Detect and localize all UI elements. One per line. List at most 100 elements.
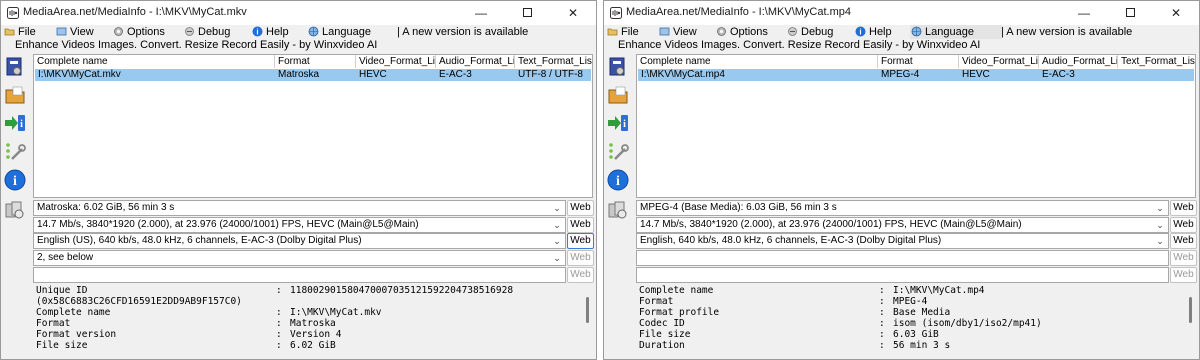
detail-row: File size:6.02 GiB: [36, 340, 336, 351]
menu-view[interactable]: View: [659, 25, 697, 39]
export-info-icon[interactable]: i: [4, 112, 26, 134]
general-summary-dropdown[interactable]: MPEG-4 (Base Media): 6.03 GiB, 56 min 3 …: [636, 200, 1169, 216]
other-summary-field[interactable]: [636, 267, 1169, 283]
column-header-audio-format-list[interactable]: Audio_Format_List: [436, 55, 515, 68]
text-summary-dropdown[interactable]: 2, see below ⌄: [33, 250, 566, 266]
maximize-button[interactable]: [504, 1, 550, 25]
scrollbar-thumb[interactable]: [1189, 297, 1192, 323]
open-file-icon[interactable]: [607, 56, 629, 78]
web-button-text[interactable]: Web: [567, 250, 594, 266]
close-button[interactable]: ✕: [1153, 1, 1199, 25]
file-list[interactable]: Complete name Format Video_Format_List A…: [33, 54, 593, 198]
close-button[interactable]: ✕: [550, 1, 596, 25]
web-button-general[interactable]: Web: [567, 200, 594, 216]
preferences-tools-icon[interactable]: [4, 141, 26, 163]
svg-text:i: i: [616, 174, 620, 189]
chevron-down-icon: ⌄: [553, 220, 561, 230]
minimize-button[interactable]: —: [1061, 1, 1107, 25]
web-button-general[interactable]: Web: [1170, 200, 1197, 216]
export-info-icon[interactable]: i: [607, 112, 629, 134]
menu-help[interactable]: i Help: [252, 25, 289, 39]
file-folder-icon: [4, 28, 15, 36]
details-text-panel[interactable]: Complete name: I:\MKV\MyCat.mp4 Format: MP…: [636, 284, 1199, 359]
audio-summary-dropdown[interactable]: English, 640 kb/s, 48.0 kHz, 6 channels,…: [636, 233, 1169, 249]
sponsor-ad-link[interactable]: Enhance Videos Images. Convert. Resize R…: [15, 39, 377, 52]
knowledge-base-icon[interactable]: [4, 199, 26, 221]
web-button-other[interactable]: Web: [1170, 267, 1197, 283]
minimize-button[interactable]: —: [458, 1, 504, 25]
web-button-audio[interactable]: Web: [567, 233, 594, 249]
detail-row: Complete name: I:\MKV\MyCat.mkv: [36, 307, 382, 318]
menu-options[interactable]: Options: [716, 25, 768, 39]
sponsor-ad-link[interactable]: Enhance Videos Images. Convert. Resize R…: [618, 39, 980, 52]
open-folder-icon[interactable]: [4, 84, 26, 106]
web-button-audio[interactable]: Web: [1170, 233, 1197, 249]
open-file-icon[interactable]: [4, 56, 26, 78]
title-bar[interactable]: MediaArea.net/MediaInfo - I:\MKV\MyCat.m…: [604, 1, 1199, 25]
column-header-text-format-list[interactable]: Text_Format_List: [515, 55, 592, 68]
web-button-video[interactable]: Web: [567, 217, 594, 233]
column-header-format[interactable]: Format: [878, 55, 959, 68]
menu-help[interactable]: i Help: [855, 25, 892, 39]
detail-row: (0x58C6883C26CFD16591E2DD9AB9F157C0): [36, 296, 242, 307]
view-icon: [659, 27, 670, 36]
svg-text:i: i: [623, 119, 626, 130]
column-header-format[interactable]: Format: [275, 55, 356, 68]
file-row-selected[interactable]: I:\MKV\MyCat.mkv Matroska HEVC E-AC-3 UT…: [35, 69, 591, 81]
knowledge-base-icon[interactable]: [607, 199, 629, 221]
about-info-icon[interactable]: i: [607, 169, 629, 191]
video-summary-dropdown[interactable]: 14.7 Mb/s, 3840*1920 (2.000), at 23.976 …: [636, 217, 1169, 233]
column-header-audio-format-list[interactable]: Audio_Format_List: [1039, 55, 1118, 68]
cell-video-format: HEVC: [962, 69, 990, 80]
detail-row: Format version: Version 4: [36, 329, 342, 340]
web-button-other[interactable]: Web: [567, 267, 594, 283]
menu-debug[interactable]: Debug: [787, 25, 833, 39]
column-header-video-format-list[interactable]: Video_Format_List: [356, 55, 436, 68]
menu-view[interactable]: View: [56, 25, 94, 39]
window-title: MediaArea.net/MediaInfo - I:\MKV\MyCat.m…: [626, 6, 851, 18]
column-header-video-format-list[interactable]: Video_Format_List: [959, 55, 1039, 68]
scrollbar-thumb[interactable]: [586, 297, 589, 323]
globe-icon: [911, 26, 922, 37]
other-summary-field[interactable]: [33, 267, 566, 283]
text-summary-field[interactable]: [636, 250, 1169, 266]
file-list[interactable]: Complete name Format Video_Format_List A…: [636, 54, 1196, 198]
web-button-text[interactable]: Web: [1170, 250, 1197, 266]
menu-options[interactable]: Options: [113, 25, 165, 39]
detail-row: File size:6.03 GiB: [639, 329, 939, 340]
maximize-button[interactable]: [1107, 1, 1153, 25]
menu-file[interactable]: File: [4, 25, 36, 39]
title-bar[interactable]: MediaArea.net/MediaInfo - I:\MKV\MyCat.m…: [1, 1, 596, 25]
column-header-text-format-list[interactable]: Text_Format_List: [1118, 55, 1195, 68]
cell-format: MPEG-4: [881, 69, 920, 80]
menu-language[interactable]: Language: [308, 25, 371, 39]
cell-complete-name: I:\MKV\MyCat.mp4: [641, 69, 725, 80]
video-summary-dropdown[interactable]: 14.7 Mb/s, 3840*1920 (2.000), at 23.976 …: [33, 217, 566, 233]
chevron-down-icon: ⌄: [1156, 236, 1164, 246]
general-summary-dropdown[interactable]: Matroska: 6.02 GiB, 56 min 3 s ⌄: [33, 200, 566, 216]
menu-language[interactable]: Language: [910, 25, 1002, 39]
about-info-icon[interactable]: i: [4, 169, 26, 191]
svg-text:i: i: [859, 28, 861, 37]
menu-file[interactable]: File: [607, 25, 639, 39]
preferences-tools-icon[interactable]: [607, 141, 629, 163]
new-version-notice[interactable]: | A new version is available: [397, 25, 528, 39]
column-header-complete-name[interactable]: Complete name: [637, 55, 878, 68]
chevron-down-icon: ⌄: [553, 253, 561, 263]
chevron-down-icon: ⌄: [1156, 203, 1164, 213]
new-version-notice[interactable]: | A new version is available: [1001, 25, 1132, 39]
debug-icon: [788, 27, 797, 36]
audio-summary-dropdown[interactable]: English (US), 640 kb/s, 48.0 kHz, 6 chan…: [33, 233, 566, 249]
menu-debug[interactable]: Debug: [184, 25, 230, 39]
details-text-panel[interactable]: Unique ID:118002901580470007035121592204…: [33, 284, 596, 359]
list-header: Complete name Format Video_Format_List A…: [34, 55, 592, 68]
gear-icon: [717, 27, 726, 36]
open-folder-icon[interactable]: [607, 84, 629, 106]
column-header-complete-name[interactable]: Complete name: [34, 55, 275, 68]
web-button-video[interactable]: Web: [1170, 217, 1197, 233]
detail-row: Format profile: Base Media: [639, 307, 951, 318]
maximize-icon: [522, 8, 532, 18]
cell-text-format: [1118, 69, 1194, 81]
list-header: Complete name Format Video_Format_List A…: [637, 55, 1195, 68]
file-row-selected[interactable]: I:\MKV\MyCat.mp4 MPEG-4 HEVC E-AC-3: [638, 69, 1194, 81]
